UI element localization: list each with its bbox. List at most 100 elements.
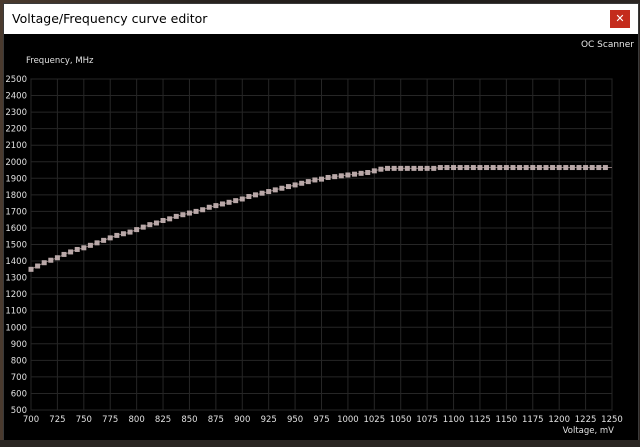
curve-point[interactable] <box>378 166 384 172</box>
x-tick-label: 975 <box>313 415 329 425</box>
curve-point[interactable] <box>451 165 457 171</box>
curve-point[interactable] <box>114 232 120 238</box>
curve-point[interactable] <box>68 249 74 255</box>
curve-point[interactable] <box>569 165 575 171</box>
curve-point[interactable] <box>503 165 509 171</box>
curve-point[interactable] <box>404 165 410 171</box>
x-tick-label: 900 <box>234 415 250 425</box>
curve-point[interactable] <box>219 201 225 207</box>
curve-point[interactable] <box>107 235 113 241</box>
curve-point[interactable] <box>54 255 60 261</box>
curve-point[interactable] <box>140 224 146 230</box>
curve-point[interactable] <box>338 173 344 179</box>
curve-point[interactable] <box>35 263 41 269</box>
curve-point[interactable] <box>470 165 476 171</box>
curve-point[interactable] <box>563 165 569 171</box>
curve-point[interactable] <box>81 245 87 251</box>
x-tick-label: 1100 <box>443 415 465 425</box>
curve-point[interactable] <box>398 165 404 171</box>
curve-point[interactable] <box>279 185 285 191</box>
curve-point[interactable] <box>48 257 54 263</box>
y-tick-label: 2300 <box>5 108 27 118</box>
curve-point[interactable] <box>305 179 311 185</box>
curve-point[interactable] <box>186 210 192 216</box>
curve-point[interactable] <box>153 220 159 226</box>
curve-point[interactable] <box>292 182 298 188</box>
curve-point[interactable] <box>543 165 549 171</box>
curve-point[interactable] <box>602 165 608 171</box>
curve-point[interactable] <box>576 165 582 171</box>
curve-point[interactable] <box>28 266 34 272</box>
y-tick-label: 2200 <box>5 125 27 135</box>
curve-point[interactable] <box>233 198 239 204</box>
curve-point[interactable] <box>206 204 212 210</box>
y-tick-label: 1400 <box>5 257 27 267</box>
curve-point[interactable] <box>167 216 173 222</box>
curve-point[interactable] <box>536 165 542 171</box>
curve-point[interactable] <box>41 260 47 266</box>
curve-point[interactable] <box>437 165 443 171</box>
curve-point[interactable] <box>411 165 417 171</box>
x-tick-labels: 700 725 750 775 800 825 850 875 900 925 950 975 1000… <box>23 415 623 425</box>
curve-point[interactable] <box>358 170 364 176</box>
curve-point[interactable] <box>312 177 318 183</box>
curve-point[interactable] <box>583 165 589 171</box>
curve-point[interactable] <box>556 165 562 171</box>
curve-point[interactable] <box>371 168 377 174</box>
curve-point[interactable] <box>484 165 490 171</box>
curve-point[interactable] <box>180 212 186 218</box>
curve-point[interactable] <box>418 165 424 171</box>
curve-point[interactable] <box>431 165 437 171</box>
curve-point[interactable] <box>74 246 80 252</box>
curve-point[interactable] <box>61 251 67 257</box>
curve-point[interactable] <box>272 187 278 193</box>
curve-point[interactable] <box>497 165 503 171</box>
curve-point[interactable] <box>391 165 397 171</box>
vf-curve-chart[interactable]: 5006007008009001000110012001300140015001… <box>0 0 640 447</box>
curve-point[interactable] <box>589 165 595 171</box>
curve-point[interactable] <box>517 165 523 171</box>
curve-point[interactable] <box>193 208 199 214</box>
curve-point[interactable] <box>332 174 338 180</box>
curve-point[interactable] <box>424 165 430 171</box>
curve-point[interactable] <box>160 218 166 224</box>
curve-point[interactable] <box>259 190 265 196</box>
curve-point[interactable] <box>345 172 351 178</box>
curve-point[interactable] <box>596 165 602 171</box>
curve-point[interactable] <box>134 227 140 233</box>
curve-point[interactable] <box>246 194 252 200</box>
curve-point[interactable] <box>510 165 516 171</box>
curve-point[interactable] <box>200 207 206 213</box>
curve-point[interactable] <box>464 165 470 171</box>
curve-point[interactable] <box>352 171 358 177</box>
curve-point[interactable] <box>325 174 331 180</box>
curve-point[interactable] <box>120 231 126 237</box>
curve-point[interactable] <box>444 165 450 171</box>
curve-point[interactable] <box>252 192 258 198</box>
curve-point[interactable] <box>213 203 219 209</box>
curve-point[interactable] <box>299 180 305 186</box>
curve-point[interactable] <box>87 242 93 248</box>
curve-point[interactable] <box>127 229 133 235</box>
curve-point[interactable] <box>530 165 536 171</box>
curve-point[interactable] <box>173 213 179 219</box>
curve-point[interactable] <box>490 165 496 171</box>
curve-point[interactable] <box>523 165 529 171</box>
curve-point[interactable] <box>239 196 245 202</box>
curve-point[interactable] <box>226 199 232 205</box>
x-tick-label: 1125 <box>469 415 491 425</box>
curve-point[interactable] <box>147 222 153 228</box>
curve-point[interactable] <box>101 237 107 243</box>
y-tick-label: 1600 <box>5 224 27 234</box>
y-tick-label: 2100 <box>5 141 27 151</box>
curve-point[interactable] <box>266 189 272 195</box>
x-tick-label: 825 <box>155 415 171 425</box>
curve-point[interactable] <box>457 165 463 171</box>
curve-point[interactable] <box>285 184 291 190</box>
curve-point[interactable] <box>550 165 556 171</box>
curve-point[interactable] <box>365 170 371 176</box>
curve-point[interactable] <box>94 240 100 246</box>
curve-point[interactable] <box>477 165 483 171</box>
curve-point[interactable] <box>319 176 324 182</box>
curve-point[interactable] <box>385 165 391 171</box>
